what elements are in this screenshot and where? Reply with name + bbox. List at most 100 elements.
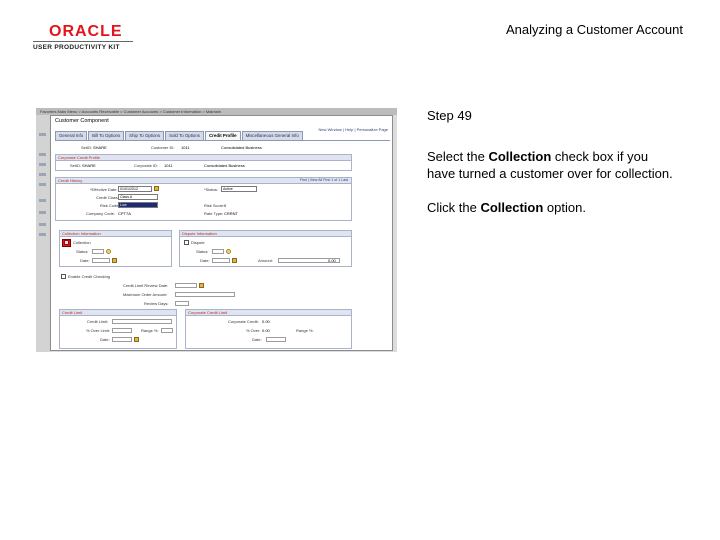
credit-limit-date-label: Date: [100, 337, 110, 342]
portal-header: Favorites Main Menu > Accounts Receivabl… [36, 108, 397, 115]
corporate-credit-limit-header: Corporate Credit Limit [186, 310, 351, 316]
instruction-text: option. [543, 200, 586, 215]
range-label: Range %: [141, 328, 159, 333]
tab-ship-to-options[interactable]: Ship To Options [125, 131, 165, 140]
left-nav [36, 115, 50, 352]
upk-wordmark: USER PRODUCTIVITY KIT [33, 44, 120, 51]
corp-setid-label: SetID: [70, 163, 82, 168]
dispute-checkbox[interactable] [184, 240, 189, 245]
range-input[interactable] [161, 328, 173, 333]
risk-score-label: Risk Score: [204, 203, 225, 208]
credit-limit-date-input[interactable] [112, 337, 132, 342]
instruction-paragraph-2: Click the Collection option. [427, 199, 677, 216]
corp-customer-name: Consolidated Business [204, 163, 245, 168]
header-links[interactable]: New Window | Help | Personalize Page [319, 127, 388, 132]
instruction-text: Select the [427, 149, 489, 164]
rate-type-value: CRRNT [224, 211, 238, 216]
dispute-information-header: Dispute Information [180, 231, 351, 237]
credit-history-title: Credit History [58, 178, 83, 183]
dispute-amount-label: Amount: [258, 258, 273, 263]
calendar-icon[interactable] [232, 258, 237, 263]
nav-marker[interactable] [39, 133, 46, 136]
setid-label: SetID: [81, 145, 93, 150]
corp-range-label: Range %: [296, 328, 314, 333]
dispute-status-label: Status: [196, 249, 209, 254]
pct-over-value: 0.00 [262, 328, 270, 333]
enable-credit-checking-label[interactable]: Enable Credit Checking [68, 274, 110, 279]
company-code-value: CPT7A [118, 211, 131, 216]
nav-marker[interactable] [39, 233, 46, 236]
credit-limit-input[interactable] [112, 319, 172, 324]
corporate-credit-limit-box: Corporate Credit Limit Corporate Credit:… [185, 309, 352, 349]
pct-over-limit-label: % Over Limit: [86, 328, 111, 333]
corp-setid-value: SHARE [82, 163, 96, 168]
risk-score-value: 0 [224, 203, 227, 208]
window-title: Customer Component [55, 118, 109, 124]
nav-marker[interactable] [39, 153, 46, 156]
risk-code-label: Risk Code: [100, 203, 120, 208]
rate-type-label: Rate Type: [204, 211, 224, 216]
app-screenshot: Favorites Main Menu > Accounts Receivabl… [36, 108, 397, 352]
dispute-checkbox-label[interactable]: Dispute [191, 240, 205, 245]
setid-value: SHARE [93, 145, 107, 150]
nav-marker[interactable] [39, 173, 46, 176]
corp-id-label: Corporate ID: [134, 163, 159, 168]
calendar-icon[interactable] [112, 258, 117, 263]
lookup-icon[interactable] [106, 249, 111, 254]
nav-marker[interactable] [39, 223, 46, 226]
nav-marker[interactable] [39, 211, 46, 214]
tab-strip: General Info Bill To Options Ship To Opt… [55, 131, 304, 140]
nav-marker[interactable] [39, 183, 46, 186]
credit-history-nav[interactable]: Find | View All First 1 of 1 Last [300, 178, 348, 183]
effective-date-input[interactable]: 01/01/2012 [118, 186, 152, 192]
customer-name: Consolidated Business [221, 145, 262, 150]
dispute-information-box: Dispute Information Dispute Status: Date… [179, 230, 352, 267]
tab-sold-to-options[interactable]: Sold To Options [165, 131, 204, 140]
nav-marker[interactable] [39, 199, 46, 202]
dispute-date-input[interactable] [212, 258, 230, 263]
corporate-credit-value: 0.00 [262, 319, 270, 324]
collection-date-input[interactable] [92, 258, 110, 263]
lookup-icon[interactable] [226, 249, 231, 254]
breadcrumb[interactable]: Favorites Main Menu > Accounts Receivabl… [40, 108, 221, 115]
credit-limit-review-input[interactable] [175, 283, 197, 288]
instruction-bold: Collection [480, 200, 544, 215]
step-title: Step 49 [427, 108, 472, 123]
review-days-input[interactable] [175, 301, 189, 306]
instructions: Select the Collection check box if you h… [427, 148, 677, 233]
customer-id-label: Customer ID: [151, 145, 175, 150]
slide-title: Analyzing a Customer Account [505, 22, 683, 37]
max-order-label: Maximum Order Amount: [123, 292, 168, 297]
pct-over-label: % Over: [246, 328, 261, 333]
collection-information-header: Collection Information [60, 231, 171, 237]
dispute-status-input[interactable] [212, 249, 224, 254]
tab-credit-profile[interactable]: Credit Profile [205, 131, 241, 140]
risk-code-select[interactable]: Low [118, 202, 158, 208]
corp-date-label: Date: [252, 337, 262, 342]
calendar-icon[interactable] [154, 186, 159, 191]
nav-marker[interactable] [39, 163, 46, 166]
instruction-bold: Collection [488, 149, 552, 164]
tab-misc-general-info[interactable]: Miscellaneous General Info [241, 131, 303, 140]
credit-limit-review-label: Credit Limit Review Date: [123, 283, 169, 288]
collection-checkbox[interactable] [64, 240, 69, 245]
collection-checkbox-label[interactable]: Collection [73, 240, 91, 245]
collection-information-box: Collection Information Collection Status… [59, 230, 172, 267]
pct-over-limit-input[interactable] [112, 328, 132, 333]
enable-credit-checking-checkbox[interactable] [61, 274, 66, 279]
credit-limit-label: Credit Limit: [87, 319, 109, 324]
review-days-label: Review Days: [144, 301, 169, 306]
credit-class-select[interactable]: Class A [118, 194, 158, 200]
tab-bill-to-options[interactable]: Bill To Options [88, 131, 125, 140]
status-select[interactable]: Active [221, 186, 257, 192]
max-order-input[interactable] [175, 292, 235, 297]
credit-history-header: Credit History Find | View All First 1 o… [56, 178, 351, 184]
calendar-icon[interactable] [134, 337, 139, 342]
tab-general-info[interactable]: General Info [55, 131, 88, 140]
credit-class-label: Credit Class: [96, 195, 119, 200]
calendar-icon[interactable] [199, 283, 204, 288]
collection-status-input[interactable] [92, 249, 104, 254]
instruction-paragraph-1: Select the Collection check box if you h… [427, 148, 677, 182]
instruction-text: Click the [427, 200, 481, 215]
tab-underline [55, 140, 390, 141]
